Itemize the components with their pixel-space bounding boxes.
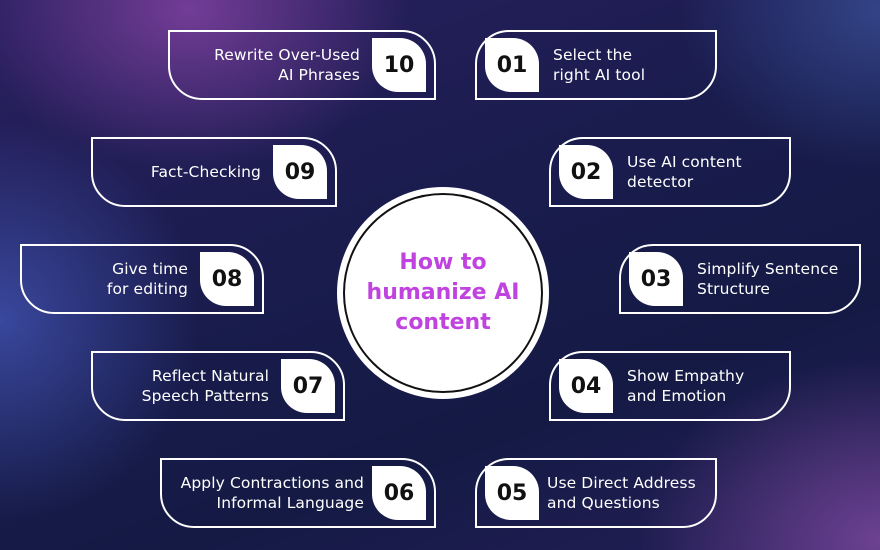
step-07-number: 07: [281, 359, 335, 413]
label-line: Reflect Natural: [151, 367, 269, 385]
label-line: Select the: [553, 46, 633, 64]
step-06-box: Apply Contractions and Informal Language…: [160, 458, 436, 528]
step-01-number: 01: [485, 38, 539, 92]
step-06-number: 06: [372, 466, 426, 520]
label-line: Apply Contractions and: [180, 474, 364, 492]
label-line: Fact-Checking: [150, 163, 261, 181]
step-10-label: Rewrite Over-Used AI Phrases: [214, 45, 360, 85]
title-line: content: [395, 310, 491, 335]
label-line: and Questions: [547, 494, 660, 512]
step-05-label: Use Direct Address and Questions: [547, 473, 696, 513]
label-line: Simplify Sentence: [697, 260, 839, 278]
label-line: detector: [627, 173, 694, 191]
label-line: Speech Patterns: [141, 387, 269, 405]
step-10-box: Rewrite Over-Used AI Phrases 10: [168, 30, 436, 100]
label-line: Use Direct Address: [547, 474, 696, 492]
step-03-number: 03: [629, 252, 683, 306]
step-01-box: 01 Select the right AI tool: [475, 30, 717, 100]
label-line: right AI tool: [553, 66, 646, 84]
step-04-number: 04: [559, 359, 613, 413]
step-04-box: 04 Show Empathy and Emotion: [549, 351, 791, 421]
label-line: Show Empathy: [627, 367, 745, 385]
step-06-label: Apply Contractions and Informal Language: [181, 473, 364, 513]
title-line: How to: [399, 250, 487, 275]
label-line: Give time: [112, 260, 188, 278]
step-04-label: Show Empathy and Emotion: [627, 366, 744, 406]
label-line: Use AI content: [627, 153, 742, 171]
step-09-label: Fact-Checking: [151, 162, 261, 182]
step-08-label: Give time for editing: [107, 259, 188, 299]
step-09-number: 09: [273, 145, 327, 199]
label-line: Informal Language: [216, 494, 364, 512]
diagram-title: How to humanize AI content: [358, 248, 528, 338]
label-line: and Emotion: [627, 387, 727, 405]
label-line: Structure: [697, 280, 771, 298]
step-05-number: 05: [485, 466, 539, 520]
step-05-box: 05 Use Direct Address and Questions: [475, 458, 717, 528]
step-08-box: Give time for editing 08: [20, 244, 264, 314]
title-line: humanize AI: [366, 280, 520, 305]
step-09-box: Fact-Checking 09: [91, 137, 337, 207]
step-02-box: 02 Use AI content detector: [549, 137, 791, 207]
label-line: Rewrite Over-Used: [214, 46, 360, 64]
step-10-number: 10: [372, 38, 426, 92]
label-line: for editing: [106, 280, 188, 298]
step-03-box: 03 Simplify Sentence Structure: [619, 244, 861, 314]
step-07-box: Reflect Natural Speech Patterns 07: [91, 351, 345, 421]
step-02-label: Use AI content detector: [627, 152, 742, 192]
step-01-label: Select the right AI tool: [553, 45, 645, 85]
center-circle: How to humanize AI content: [337, 187, 549, 399]
step-02-number: 02: [559, 145, 613, 199]
step-08-number: 08: [200, 252, 254, 306]
step-07-label: Reflect Natural Speech Patterns: [142, 366, 269, 406]
label-line: AI Phrases: [278, 66, 360, 84]
step-03-label: Simplify Sentence Structure: [697, 259, 838, 299]
